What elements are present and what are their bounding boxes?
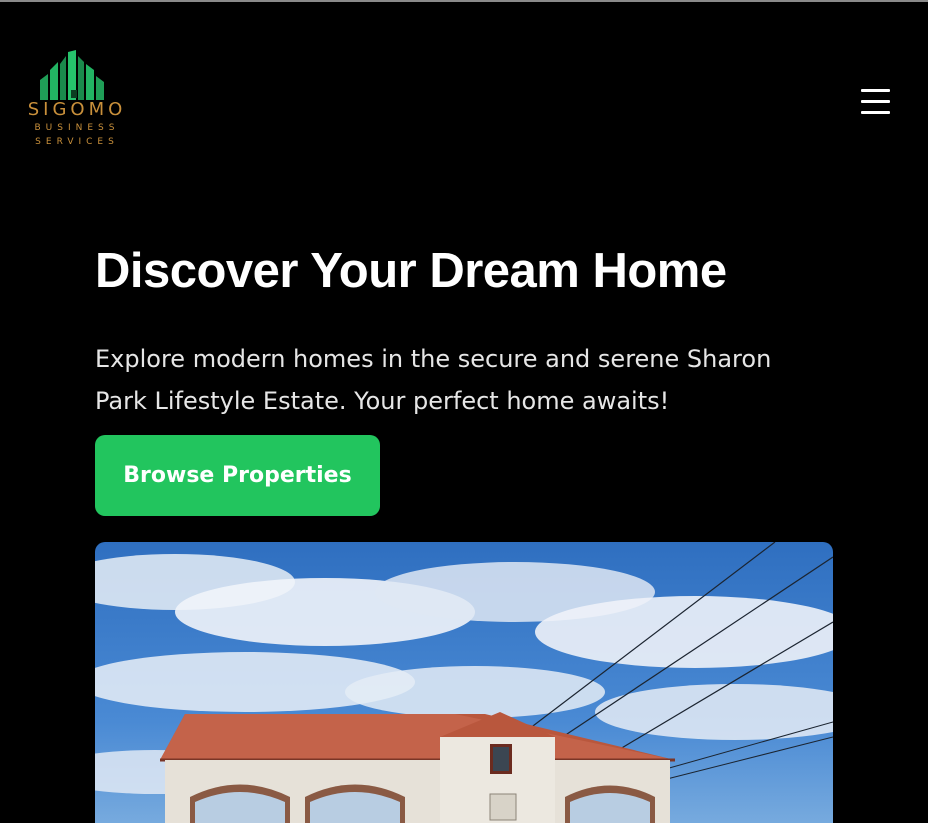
site-logo[interactable]: SIGOMO BUSINESS SERVICES: [14, 50, 140, 150]
hero-image: [95, 542, 833, 823]
hamburger-menu-icon-bar: [861, 100, 890, 103]
window-top-border: [0, 0, 928, 2]
buildings-icon: [40, 50, 104, 100]
logo-subtitle-line2: SERVICES: [35, 137, 119, 147]
logo-subtitle-line1: BUSINESS: [34, 123, 120, 133]
hero-title: Discover Your Dream Home: [95, 244, 727, 298]
hamburger-menu-icon: [861, 89, 890, 92]
hero-description: Explore modern homes in the secure and s…: [95, 345, 772, 415]
hamburger-menu-icon-bar: [861, 111, 890, 114]
estate-gatehouse-photo: [95, 542, 833, 823]
hamburger-menu-button[interactable]: [856, 86, 894, 120]
logo-wordmark: SIGOMO: [27, 99, 127, 120]
browse-properties-button[interactable]: Browse Properties: [95, 435, 380, 516]
